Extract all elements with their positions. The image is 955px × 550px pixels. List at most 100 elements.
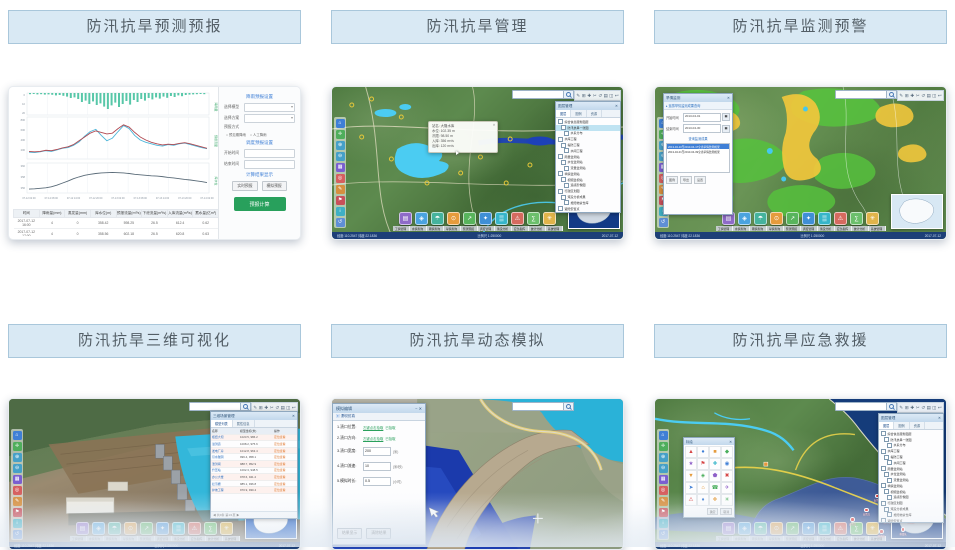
query-link[interactable]: 查询监测成果 xyxy=(664,136,732,141)
model-select[interactable] xyxy=(244,103,295,112)
left-tool-icon-2[interactable]: ⊕ xyxy=(336,141,345,150)
dock-item-4[interactable]: ↗ xyxy=(140,522,153,535)
checkbox-icon[interactable] xyxy=(884,507,889,512)
table-row[interactable]: 2017-07-12 16:0040358.42598.2526.5612.40… xyxy=(14,218,219,229)
toolbar-icon-1[interactable]: ⊞ xyxy=(905,93,910,99)
toolbar-icon-0[interactable]: ✎ xyxy=(576,93,581,99)
checkbox-icon[interactable] xyxy=(561,160,566,165)
dock-item-5[interactable]: ✦ xyxy=(156,522,169,535)
sim-button-1[interactable]: 清除结果 xyxy=(366,528,391,539)
checkbox-icon[interactable] xyxy=(561,177,566,182)
toolbar-icon-7[interactable]: ↩ xyxy=(292,405,297,411)
left-tool-icon-4[interactable]: ▦ xyxy=(659,475,668,484)
left-tool-icon-4[interactable]: ▦ xyxy=(336,163,345,172)
dock-item-4[interactable]: ↗ xyxy=(786,212,799,225)
model-row[interactable]: 引水隧洞996.4, 958.1定位查看 xyxy=(211,454,297,461)
left-tool-icon-4[interactable]: ▦ xyxy=(13,475,22,484)
left-tool-icon-1[interactable]: ✛ xyxy=(336,130,345,139)
search-button[interactable] xyxy=(887,402,897,411)
layer-tab-1[interactable]: 图例 xyxy=(571,110,586,117)
checkbox-icon[interactable] xyxy=(564,183,569,188)
forecast-screenshot[interactable]: 0102080060040020036035835607-12 02:0007-… xyxy=(8,86,301,240)
checkbox-icon[interactable] xyxy=(884,489,889,494)
viz3d-screenshot[interactable]: 三维场景管理✕模型列表属性信息名称模型坐标(米)操作枢纽大坝1023.5, 98… xyxy=(8,398,301,550)
dock-item-9[interactable]: ✳ xyxy=(220,522,233,535)
model-row[interactable]: 泄洪闸988.7, 952.9定位查看 xyxy=(211,461,297,468)
toolbar-icon-0[interactable]: ✎ xyxy=(899,93,904,99)
layer-tab-0[interactable]: 图层 xyxy=(879,422,894,429)
model-row[interactable]: 护坡工程970.9, 930.4定位查看 xyxy=(211,487,297,494)
palette-symbol-2[interactable]: ■ xyxy=(709,446,721,458)
dock-item-1[interactable]: ◈ xyxy=(738,522,751,535)
toolbar-icon-3[interactable]: ✂ xyxy=(593,93,598,99)
toolbar-icon-5[interactable]: ▤ xyxy=(281,405,286,411)
toolbar-icon-4[interactable]: ↺ xyxy=(275,405,280,411)
palette-button-0[interactable]: 确定 xyxy=(707,508,719,515)
left-tool-icon-7[interactable]: ⚑ xyxy=(659,508,668,517)
palette-symbol-4[interactable]: ★ xyxy=(685,458,697,470)
dock-item-8[interactable]: ∑ xyxy=(527,212,540,225)
toolbar-icon-5[interactable]: ▤ xyxy=(604,93,609,99)
result-item-0[interactable]: 2013-04-10至2013-04-17全省旱情监测成果 xyxy=(667,144,729,149)
checkbox-icon[interactable] xyxy=(887,443,892,448)
left-tool-icon-1[interactable]: ✛ xyxy=(659,442,668,451)
palette-symbol-15[interactable]: ✈ xyxy=(721,482,733,494)
checkbox-icon[interactable] xyxy=(564,166,569,171)
dock-item-9[interactable]: ✳ xyxy=(866,212,879,225)
checkbox-icon[interactable] xyxy=(884,437,889,442)
checkbox-icon[interactable] xyxy=(881,483,886,488)
left-tool-icon-2[interactable]: ⊕ xyxy=(13,453,22,462)
param-input[interactable]: 0.5 xyxy=(363,477,391,486)
toolbar-icon-3[interactable]: ✂ xyxy=(916,93,921,99)
sim-button-0[interactable]: 结果显示 xyxy=(337,528,362,539)
end-time-input[interactable] xyxy=(244,160,295,169)
toolbar-icon-7[interactable]: ↩ xyxy=(938,93,943,99)
toolbar-icon-2[interactable]: ✚ xyxy=(910,93,915,99)
checkbox-icon[interactable] xyxy=(884,472,889,477)
left-tool-icon-6[interactable]: ✎ xyxy=(13,497,22,506)
rescue-marker[interactable]: 救援队 xyxy=(899,527,906,536)
dock-item-7[interactable]: ⚠ xyxy=(834,522,847,535)
palette-symbol-12[interactable]: ➤ xyxy=(685,482,697,494)
search-button[interactable] xyxy=(564,90,574,99)
palette-symbol-13[interactable]: ⌂ xyxy=(697,482,709,494)
toolbar-icon-4[interactable]: ↺ xyxy=(921,405,926,411)
radio-option-1[interactable]: 人工降雨 xyxy=(250,132,267,137)
toolbar-icon-0[interactable]: ✎ xyxy=(253,405,258,411)
rescue-marker[interactable]: 安置点 xyxy=(849,517,856,526)
toolbar-icon-6[interactable]: ◫ xyxy=(609,93,614,99)
dock-item-6[interactable]: ▒ xyxy=(495,212,508,225)
station-popup[interactable]: ✕站名: 大隆水库水位: 102.35 m汛限: 98.50 m入库: 356 … xyxy=(428,121,498,153)
search-button[interactable] xyxy=(887,90,897,99)
locate-link[interactable]: 定位查看 xyxy=(273,441,297,447)
checkbox-icon[interactable] xyxy=(558,206,563,211)
dock-item-3[interactable]: ⊙ xyxy=(770,212,783,225)
palette-symbol-10[interactable]: ⬟ xyxy=(709,470,721,482)
toolbar-icon-6[interactable]: ◫ xyxy=(932,405,937,411)
dock-item-5[interactable]: ✦ xyxy=(802,522,815,535)
left-tool-icon-3[interactable]: ⊖ xyxy=(659,464,668,473)
left-tool-icon-6[interactable]: ✎ xyxy=(336,185,345,194)
dock-item-8[interactable]: ∑ xyxy=(850,212,863,225)
checkbox-icon[interactable] xyxy=(558,171,563,176)
dock-item-2[interactable]: ☂ xyxy=(754,212,767,225)
breach-sim-dialog[interactable]: 模拟编辑− ✕溃坝仿真1.溃口位置:左键点击拾取已拾取2.溃口方向:左键点击拾取… xyxy=(332,403,426,545)
dock-item-3[interactable]: ⊙ xyxy=(124,522,137,535)
left-tool-icon-0[interactable]: ⌂ xyxy=(659,431,668,440)
close-icon[interactable]: ✕ xyxy=(493,123,496,127)
dock-item-0[interactable]: ▤ xyxy=(76,522,89,535)
param-input[interactable]: 200 xyxy=(363,447,391,456)
model-row[interactable]: 办公大楼978.6, 941.2定位查看 xyxy=(211,474,297,481)
palette-symbol-14[interactable]: ☎ xyxy=(709,482,721,494)
toolbar-icon-6[interactable]: ◫ xyxy=(286,405,291,411)
palette-symbol-1[interactable]: ● xyxy=(697,446,709,458)
palette-symbol-7[interactable]: ◉ xyxy=(721,458,733,470)
dock-item-0[interactable]: ▤ xyxy=(399,212,412,225)
checkbox-icon[interactable] xyxy=(564,131,569,136)
layer-tab-2[interactable]: 资源 xyxy=(587,110,602,117)
layer-tab-2[interactable]: 资源 xyxy=(910,422,925,429)
dock-item-6[interactable]: ▒ xyxy=(818,212,831,225)
toolbar-icon-3[interactable]: ✂ xyxy=(916,405,921,411)
toolbar-icon-3[interactable]: ✂ xyxy=(270,405,275,411)
toolbar-icon-1[interactable]: ⊞ xyxy=(905,405,910,411)
